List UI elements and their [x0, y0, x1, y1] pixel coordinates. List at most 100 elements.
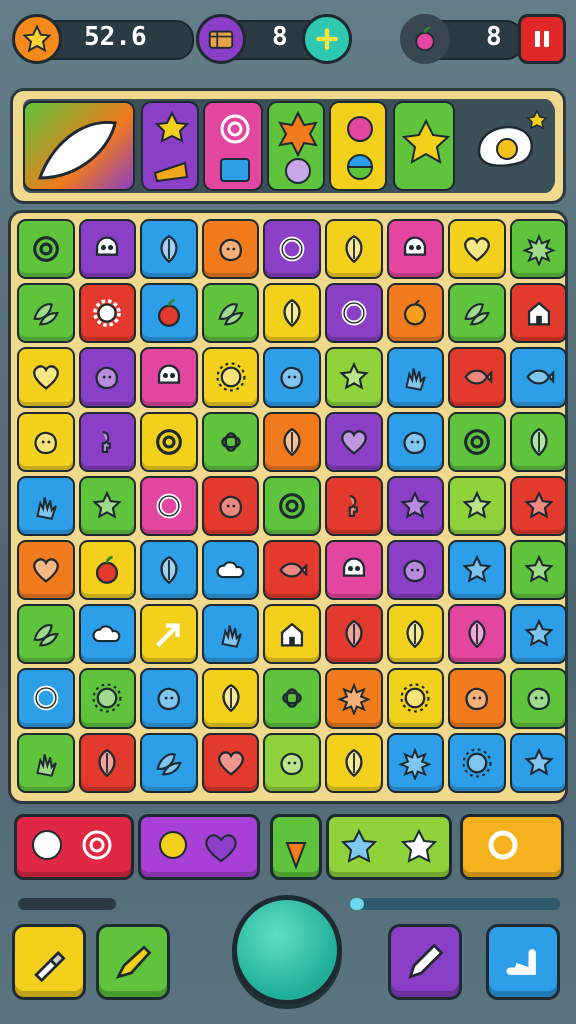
- board-tile[interactable]: [386, 347, 445, 408]
- board-tile[interactable]: [140, 411, 198, 472]
- board-tile[interactable]: [448, 604, 506, 665]
- board-tile[interactable]: [140, 219, 198, 280]
- board-tile[interactable]: [448, 540, 506, 601]
- booster-spiral-cup[interactable]: [203, 101, 263, 191]
- powerup-stars[interactable]: [326, 814, 452, 880]
- board-tile[interactable]: [17, 283, 75, 344]
- board-tile[interactable]: [325, 732, 383, 793]
- board-tile[interactable]: [325, 283, 383, 344]
- board-tile[interactable]: [325, 668, 383, 729]
- board-tile[interactable]: [325, 347, 383, 408]
- powerup-carrot[interactable]: [270, 814, 322, 880]
- next-arrow-button[interactable]: [486, 924, 560, 1000]
- board-tile[interactable]: [448, 219, 506, 280]
- shuffle-round-button[interactable]: [232, 895, 342, 1005]
- booster-ghost[interactable]: [23, 101, 135, 191]
- board-tile[interactable]: [140, 283, 198, 344]
- board-tile[interactable]: [509, 604, 568, 665]
- board-tile[interactable]: [263, 668, 321, 729]
- board-tile[interactable]: [448, 411, 506, 472]
- board-tile[interactable]: [325, 475, 383, 536]
- powerup-sun-heart[interactable]: [138, 814, 260, 880]
- booster-star-cheese[interactable]: [141, 101, 199, 191]
- board-tile[interactable]: [17, 732, 75, 793]
- glue-tool-button[interactable]: [12, 924, 86, 1000]
- board-tile[interactable]: [386, 732, 445, 793]
- board-tile[interactable]: [17, 219, 75, 280]
- board-tile[interactable]: [263, 219, 321, 280]
- board-tile[interactable]: [17, 604, 75, 665]
- board-tile[interactable]: [386, 668, 445, 729]
- board-tile[interactable]: [386, 540, 445, 601]
- board-tile[interactable]: [263, 475, 321, 536]
- board-tile[interactable]: [201, 668, 260, 729]
- board-tile[interactable]: [325, 219, 383, 280]
- powerup-skull-spiral[interactable]: [14, 814, 134, 880]
- board-tile[interactable]: [78, 604, 137, 665]
- board-tile[interactable]: [509, 475, 568, 536]
- board-tile[interactable]: [386, 604, 445, 665]
- board-tile[interactable]: [201, 475, 260, 536]
- board-tile[interactable]: [78, 732, 137, 793]
- board-tile[interactable]: [509, 411, 568, 472]
- board-tile[interactable]: [509, 283, 568, 344]
- board-tile[interactable]: [386, 475, 445, 536]
- board-tile[interactable]: [17, 668, 75, 729]
- board-tile[interactable]: [78, 411, 137, 472]
- board-tile[interactable]: [448, 347, 506, 408]
- pencil-tool-button[interactable]: [388, 924, 462, 1000]
- board-tile[interactable]: [201, 411, 260, 472]
- board-tile[interactable]: [386, 283, 445, 344]
- board-tile[interactable]: [140, 347, 198, 408]
- board-tile[interactable]: [140, 540, 198, 601]
- board-tile[interactable]: [201, 604, 260, 665]
- board-tile[interactable]: [325, 604, 383, 665]
- board-tile[interactable]: [509, 668, 568, 729]
- board-tile[interactable]: [448, 475, 506, 536]
- board-tile[interactable]: [263, 411, 321, 472]
- board-tile[interactable]: [263, 283, 321, 344]
- board-tile[interactable]: [509, 732, 568, 793]
- board-tile[interactable]: [201, 283, 260, 344]
- board-tile[interactable]: [201, 540, 260, 601]
- board-tile[interactable]: [201, 219, 260, 280]
- booster-leaf-gear[interactable]: [267, 101, 325, 191]
- booster-fried-egg[interactable]: [459, 101, 555, 191]
- board-tile[interactable]: [78, 475, 137, 536]
- booster-balloon[interactable]: [329, 101, 387, 191]
- board-tile[interactable]: [509, 540, 568, 601]
- add-plus-button[interactable]: [302, 14, 352, 64]
- board-tile[interactable]: [448, 668, 506, 729]
- board-tile[interactable]: [140, 668, 198, 729]
- board-tile[interactable]: [140, 475, 198, 536]
- board-tile[interactable]: [78, 668, 137, 729]
- board-tile[interactable]: [263, 604, 321, 665]
- paint-tool-button[interactable]: [96, 924, 170, 1000]
- board-tile[interactable]: [263, 732, 321, 793]
- booster-star[interactable]: [393, 101, 455, 191]
- board-tile[interactable]: [78, 283, 137, 344]
- board-tile[interactable]: [201, 347, 260, 408]
- board-tile[interactable]: [140, 732, 198, 793]
- board-tile[interactable]: [17, 540, 75, 601]
- board-tile[interactable]: [78, 347, 137, 408]
- board-tile[interactable]: [17, 475, 75, 536]
- board-tile[interactable]: [325, 540, 383, 601]
- board-tile[interactable]: [263, 540, 321, 601]
- powerup-ring[interactable]: [460, 814, 564, 880]
- board-tile[interactable]: [263, 347, 321, 408]
- board-tile[interactable]: [509, 219, 568, 280]
- board-tile[interactable]: [325, 411, 383, 472]
- board-tile[interactable]: [17, 347, 75, 408]
- board-tile[interactable]: [78, 540, 137, 601]
- board-tile[interactable]: [386, 219, 445, 280]
- board-tile[interactable]: [17, 411, 75, 472]
- board-tile[interactable]: [448, 283, 506, 344]
- board-tile[interactable]: [201, 732, 260, 793]
- board-tile[interactable]: [386, 411, 445, 472]
- board-tile[interactable]: [509, 347, 568, 408]
- pause-button[interactable]: [518, 14, 566, 64]
- board-tile[interactable]: [448, 732, 506, 793]
- board-tile[interactable]: [140, 604, 198, 665]
- board-tile[interactable]: [78, 219, 137, 280]
